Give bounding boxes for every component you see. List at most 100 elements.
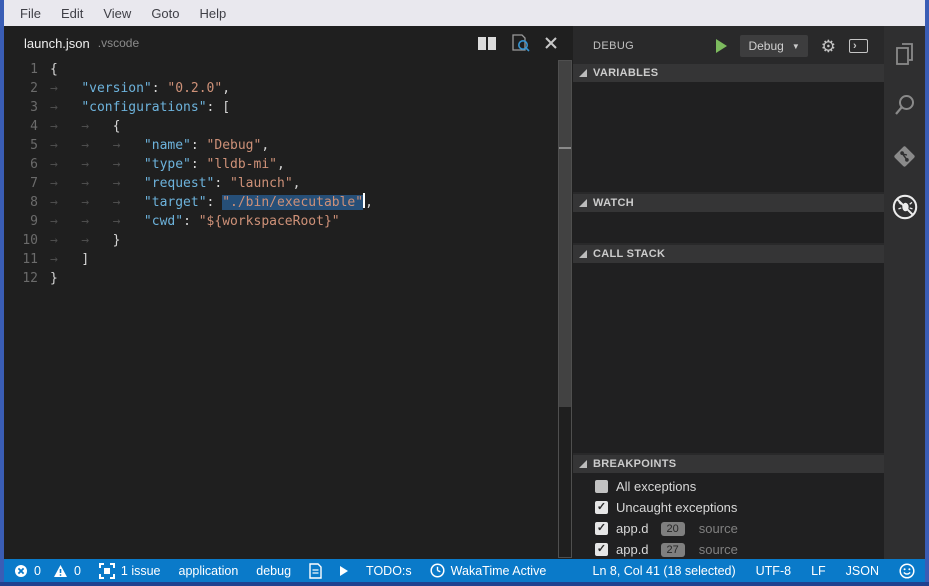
line-number[interactable]: 1: [4, 60, 50, 79]
split-editor-icon[interactable]: [478, 37, 496, 50]
code-token: "launch": [230, 176, 293, 191]
line-number[interactable]: 10: [4, 231, 50, 250]
menu-item-goto[interactable]: Goto: [141, 6, 189, 21]
menu-item-edit[interactable]: Edit: [51, 6, 93, 21]
run-task-button[interactable]: [340, 566, 348, 576]
breakpoint-row[interactable]: All exceptions: [573, 476, 884, 497]
line-number[interactable]: 12: [4, 269, 50, 288]
git-icon[interactable]: [891, 142, 919, 170]
task-debug[interactable]: debug: [256, 564, 291, 578]
checkbox-unchecked-icon[interactable]: [595, 480, 608, 493]
line-number[interactable]: 4: [4, 117, 50, 136]
section-header-watch[interactable]: WATCH: [573, 194, 884, 212]
code-token: ]: [81, 252, 89, 267]
debug-disabled-icon[interactable]: [891, 193, 919, 221]
collapse-twistie-icon: [579, 69, 587, 77]
line-number[interactable]: 2: [4, 79, 50, 98]
checkbox-checked-icon[interactable]: ✓: [595, 522, 608, 535]
task-application[interactable]: application: [179, 564, 239, 578]
code-line[interactable]: 11→ ]: [4, 250, 573, 269]
issues-indicator[interactable]: 1 issue: [99, 563, 161, 579]
code-line[interactable]: 3→ "configurations": [: [4, 98, 573, 117]
code-line[interactable]: 12}: [4, 269, 573, 288]
code-line[interactable]: 1{: [4, 60, 573, 79]
gear-icon[interactable]: ⚙: [821, 38, 836, 55]
call-stack-body: [573, 263, 884, 453]
editor-scrollbar[interactable]: [558, 60, 572, 558]
start-debug-button[interactable]: [716, 39, 727, 53]
line-number[interactable]: 11: [4, 250, 50, 269]
warning-count: 0: [74, 564, 81, 578]
file-icon: [309, 563, 322, 579]
code-line[interactable]: 9→ → → "cwd": "${workspaceRoot}": [4, 212, 573, 231]
code-token: }: [113, 233, 121, 248]
wakatime-indicator[interactable]: WakaTime Active: [430, 563, 547, 578]
code-token: {: [50, 62, 58, 77]
line-number[interactable]: 3: [4, 98, 50, 117]
code-line[interactable]: 10→ → }: [4, 231, 573, 250]
line-number[interactable]: 5: [4, 136, 50, 155]
breakpoint-row[interactable]: ✓app.d20source: [573, 518, 884, 539]
menu-item-view[interactable]: View: [93, 6, 141, 21]
breakpoint-source-note: source: [699, 521, 738, 536]
breakpoint-row[interactable]: ✓app.d27source: [573, 539, 884, 560]
line-number[interactable]: 9: [4, 212, 50, 231]
code-line[interactable]: 7→ → → "request": "launch",: [4, 174, 573, 193]
checkbox-checked-icon[interactable]: ✓: [595, 543, 608, 556]
code-token: "version": [81, 81, 151, 96]
debug-config-label: Debug: [748, 39, 783, 53]
task-file-indicator[interactable]: [309, 563, 322, 579]
code-line[interactable]: 6→ → → "type": "lldb-mi",: [4, 155, 573, 174]
section-header-call-stack[interactable]: CALL STACK: [573, 245, 884, 263]
scrollbar-thumb[interactable]: [559, 61, 571, 407]
line-number[interactable]: 7: [4, 174, 50, 193]
eol-indicator[interactable]: LF: [811, 564, 826, 578]
debug-config-dropdown[interactable]: Debug ▼: [740, 35, 807, 57]
problems-indicator[interactable]: 0 0: [14, 564, 81, 578]
explorer-icon[interactable]: [891, 40, 919, 68]
debug-panel-title: DEBUG: [593, 40, 634, 52]
section-header-variables[interactable]: VARIABLES: [573, 64, 884, 82]
code-token: :: [152, 81, 168, 96]
activity-bar: [884, 26, 925, 559]
selected-text: "./bin/executable": [222, 195, 363, 210]
code-line[interactable]: 8→ → → "target": "./bin/executable",: [4, 193, 573, 212]
code-line[interactable]: 5→ → → "name": "Debug",: [4, 136, 573, 155]
tab-whitespace-marker: → → →: [50, 157, 144, 172]
code-token: {: [113, 119, 121, 134]
encoding-indicator[interactable]: UTF-8: [756, 564, 791, 578]
section-label-breakpoints: BREAKPOINTS: [593, 458, 676, 470]
tab-filename[interactable]: launch.json: [24, 36, 90, 51]
breakpoint-line-badge: 27: [661, 543, 685, 557]
todo-indicator[interactable]: TODO:s: [366, 564, 412, 578]
section-header-breakpoints[interactable]: BREAKPOINTS: [573, 455, 884, 473]
breakpoint-row[interactable]: ✓Uncaught exceptions: [573, 497, 884, 518]
debug-panel-header: DEBUG Debug ▼ ⚙ ›: [573, 30, 884, 62]
clock-icon: [430, 563, 445, 578]
language-mode[interactable]: JSON: [846, 564, 879, 578]
feedback-smiley-icon[interactable]: [899, 563, 915, 579]
open-console-icon[interactable]: ›: [849, 39, 868, 53]
code-line[interactable]: 2→ "version": "0.2.0",: [4, 79, 573, 98]
cursor-position[interactable]: Ln 8, Col 41 (18 selected): [593, 564, 736, 578]
code-token: "request": [144, 176, 214, 191]
code-editor[interactable]: 1{2→ "version": "0.2.0",3→ "configuratio…: [4, 60, 573, 288]
line-number[interactable]: 6: [4, 155, 50, 174]
code-line[interactable]: 4→ → {: [4, 117, 573, 136]
line-number[interactable]: 8: [4, 193, 50, 212]
menu-item-help[interactable]: Help: [190, 6, 237, 21]
code-token: ,: [222, 81, 230, 96]
window-border-right: [925, 0, 929, 586]
search-icon[interactable]: [891, 91, 919, 119]
section-label-variables: VARIABLES: [593, 67, 658, 79]
preview-icon[interactable]: [511, 34, 530, 52]
wakatime-label: WakaTime Active: [451, 564, 547, 578]
close-icon[interactable]: [545, 37, 557, 49]
collapse-twistie-icon: [579, 250, 587, 258]
vscode-window: FileEditViewGotoHelp launch.json .vscode: [0, 0, 929, 586]
menubar: FileEditViewGotoHelp: [4, 0, 925, 26]
code-token: :: [183, 214, 199, 229]
checkbox-checked-icon[interactable]: ✓: [595, 501, 608, 514]
editor-title-bar: launch.json .vscode: [4, 26, 573, 60]
menu-item-file[interactable]: File: [10, 6, 51, 21]
